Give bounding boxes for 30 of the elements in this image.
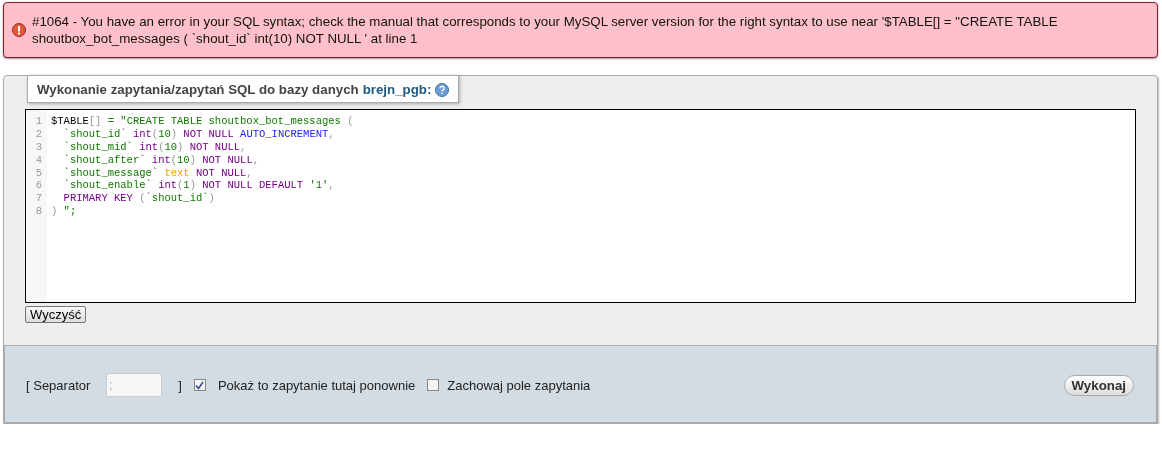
legend-text: Wykonanie zapytania/zapytań SQL do bazy danych xyxy=(37,82,359,97)
code-line: `shout_message` text NOT NULL, xyxy=(62,166,254,179)
error-text: #1064 - You have an error in your SQL syntax; check the manual that corresponds to your MySQL server version for the right syntax to use near '$TABLE[] = "CREATE TABLE shoutbox_bot_messages ( `shout_id` int(10) NOT NULL ' at line 1 xyxy=(32,13,1059,47)
clear-button[interactable]: Wyczyść xyxy=(25,306,87,323)
code-line: `shout_mid` int(10) NOT NULL, xyxy=(62,140,248,154)
line-number: 3 xyxy=(34,140,42,154)
code-line: $TABLE[] = "CREATE TABLE shoutbox_bot_messages ( xyxy=(51,115,354,128)
code-line: `shout_enable` int(1) NOT NULL DEFAULT '1', xyxy=(62,179,336,192)
code-line: `shout_id` int(10) NOT NULL AUTO_INCREMENT, xyxy=(62,127,336,141)
checkbox-label[interactable]: Pokaż to zapytanie tutaj ponownie xyxy=(217,377,416,393)
help-icon[interactable] xyxy=(435,82,450,97)
sql-editor[interactable] xyxy=(25,109,1136,303)
code-line: ) "; xyxy=(51,205,78,219)
line-number: 4 xyxy=(34,153,42,167)
bracket-text: ] xyxy=(178,377,182,393)
line-number: 2 xyxy=(34,127,42,141)
checkbox[interactable] xyxy=(427,379,440,391)
code-line: `shout_after` int(10) NOT NULL, xyxy=(62,153,260,167)
line-number: 6 xyxy=(34,179,42,193)
line-number: 8 xyxy=(34,205,42,219)
database-name: brejn_pgb: xyxy=(362,82,432,97)
line-number: 1 xyxy=(34,115,42,128)
line-number: 7 xyxy=(34,192,42,206)
line-number: 5 xyxy=(34,166,42,180)
checkbox-label[interactable]: Zachowaj pole zapytania xyxy=(447,377,591,393)
error-icon xyxy=(12,23,26,37)
checkbox[interactable] xyxy=(193,379,206,391)
code-line: PRIMARY KEY (`shout_id`) xyxy=(62,192,216,206)
execute-button[interactable]: Wykonaj xyxy=(1063,374,1134,396)
separator-label: [ Separator xyxy=(26,377,91,393)
